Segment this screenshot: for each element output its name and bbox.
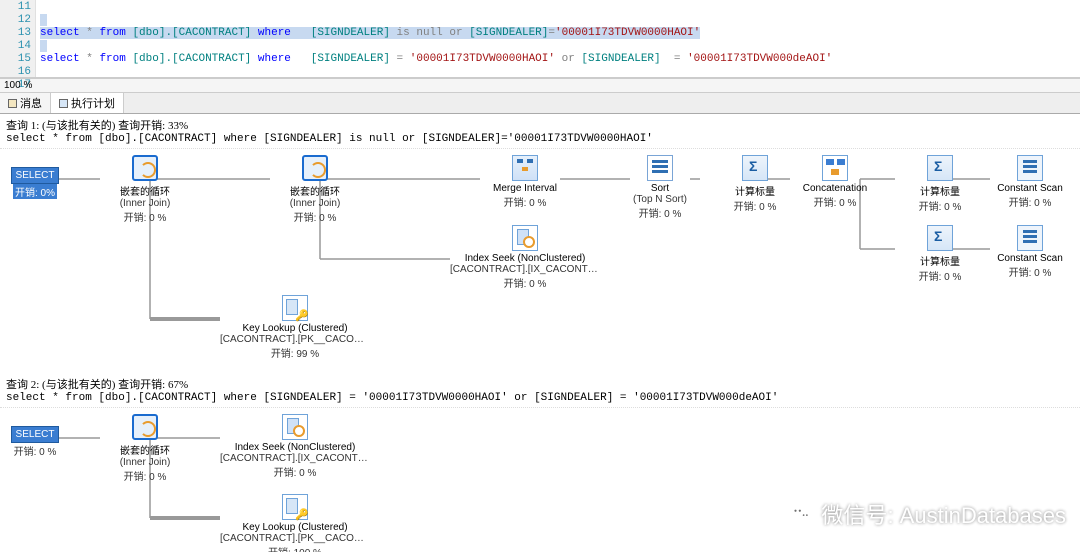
nested-loop-icon	[132, 414, 158, 440]
concat-icon	[822, 155, 848, 181]
query1-header: 查询 1: (与该批有关的) 查询开销: 33% select * from […	[0, 114, 1080, 149]
result-tabs: 消息 执行计划	[0, 93, 1080, 114]
messages-icon	[8, 99, 17, 108]
node-nested-loop[interactable]: 嵌套的循环(Inner Join)开销: 0 %	[70, 414, 220, 483]
node-nested-loop-1[interactable]: 嵌套的循环(Inner Join)开销: 0 %	[70, 155, 220, 224]
plan-viewer[interactable]: 查询 1: (与该批有关的) 查询开销: 33% select * from […	[0, 114, 1080, 552]
sort-icon	[647, 155, 673, 181]
nested-loop-icon	[302, 155, 328, 181]
zoom-level[interactable]: 100 %	[0, 78, 1080, 93]
query2-plan[interactable]: SELECT 开销: 0 % 嵌套的循环(Inner Join)开销: 0 % …	[0, 408, 1080, 552]
tab-messages[interactable]: 消息	[0, 93, 51, 113]
code-area[interactable]: select * from [dbo].[CACONTRACT] where […	[36, 0, 1080, 77]
watermark: 微信号: AustinDatabases	[789, 498, 1066, 530]
index-seek-icon	[282, 414, 308, 440]
node-index-seek[interactable]: Index Seek (NonClustered)[CACONTRACT].[I…	[220, 414, 370, 479]
node-select[interactable]: SELECT 开销: 0%	[8, 167, 62, 199]
node-key-lookup[interactable]: Key Lookup (Clustered)[CACONTRACT].[PK__…	[220, 295, 370, 360]
constant-scan-icon	[1017, 155, 1043, 181]
query2-header: 查询 2: (与该批有关的) 查询开销: 67% select * from […	[0, 373, 1080, 408]
node-key-lookup[interactable]: Key Lookup (Clustered)[CACONTRACT].[PK__…	[220, 494, 370, 552]
node-nested-loop-2[interactable]: 嵌套的循环(Inner Join)开销: 0 %	[240, 155, 390, 224]
line-gutter: 11121314151617	[0, 0, 36, 77]
node-select[interactable]: SELECT 开销: 0 %	[8, 426, 62, 458]
merge-icon	[512, 155, 538, 181]
key-lookup-icon	[282, 295, 308, 321]
query1-plan[interactable]: SELECT 开销: 0% 嵌套的循环(Inner Join)开销: 0 % 嵌…	[0, 149, 1080, 373]
nested-loop-icon	[132, 155, 158, 181]
tab-execution-plan[interactable]: 执行计划	[51, 93, 124, 113]
node-merge-interval[interactable]: Merge Interval开销: 0 %	[450, 155, 600, 209]
compute-scalar-icon	[927, 225, 953, 251]
node-constant-scan-2[interactable]: Constant Scan开销: 0 %	[955, 225, 1080, 279]
plan-icon	[59, 99, 68, 108]
sql-editor[interactable]: 11121314151617 select * from [dbo].[CACO…	[0, 0, 1080, 78]
index-seek-icon	[512, 225, 538, 251]
node-constant-scan-1[interactable]: Constant Scan开销: 0 %	[955, 155, 1080, 209]
constant-scan-icon	[1017, 225, 1043, 251]
node-index-seek[interactable]: Index Seek (NonClustered)[CACONTRACT].[I…	[450, 225, 600, 290]
wechat-icon	[789, 501, 815, 527]
key-lookup-icon	[282, 494, 308, 520]
compute-scalar-icon	[927, 155, 953, 181]
